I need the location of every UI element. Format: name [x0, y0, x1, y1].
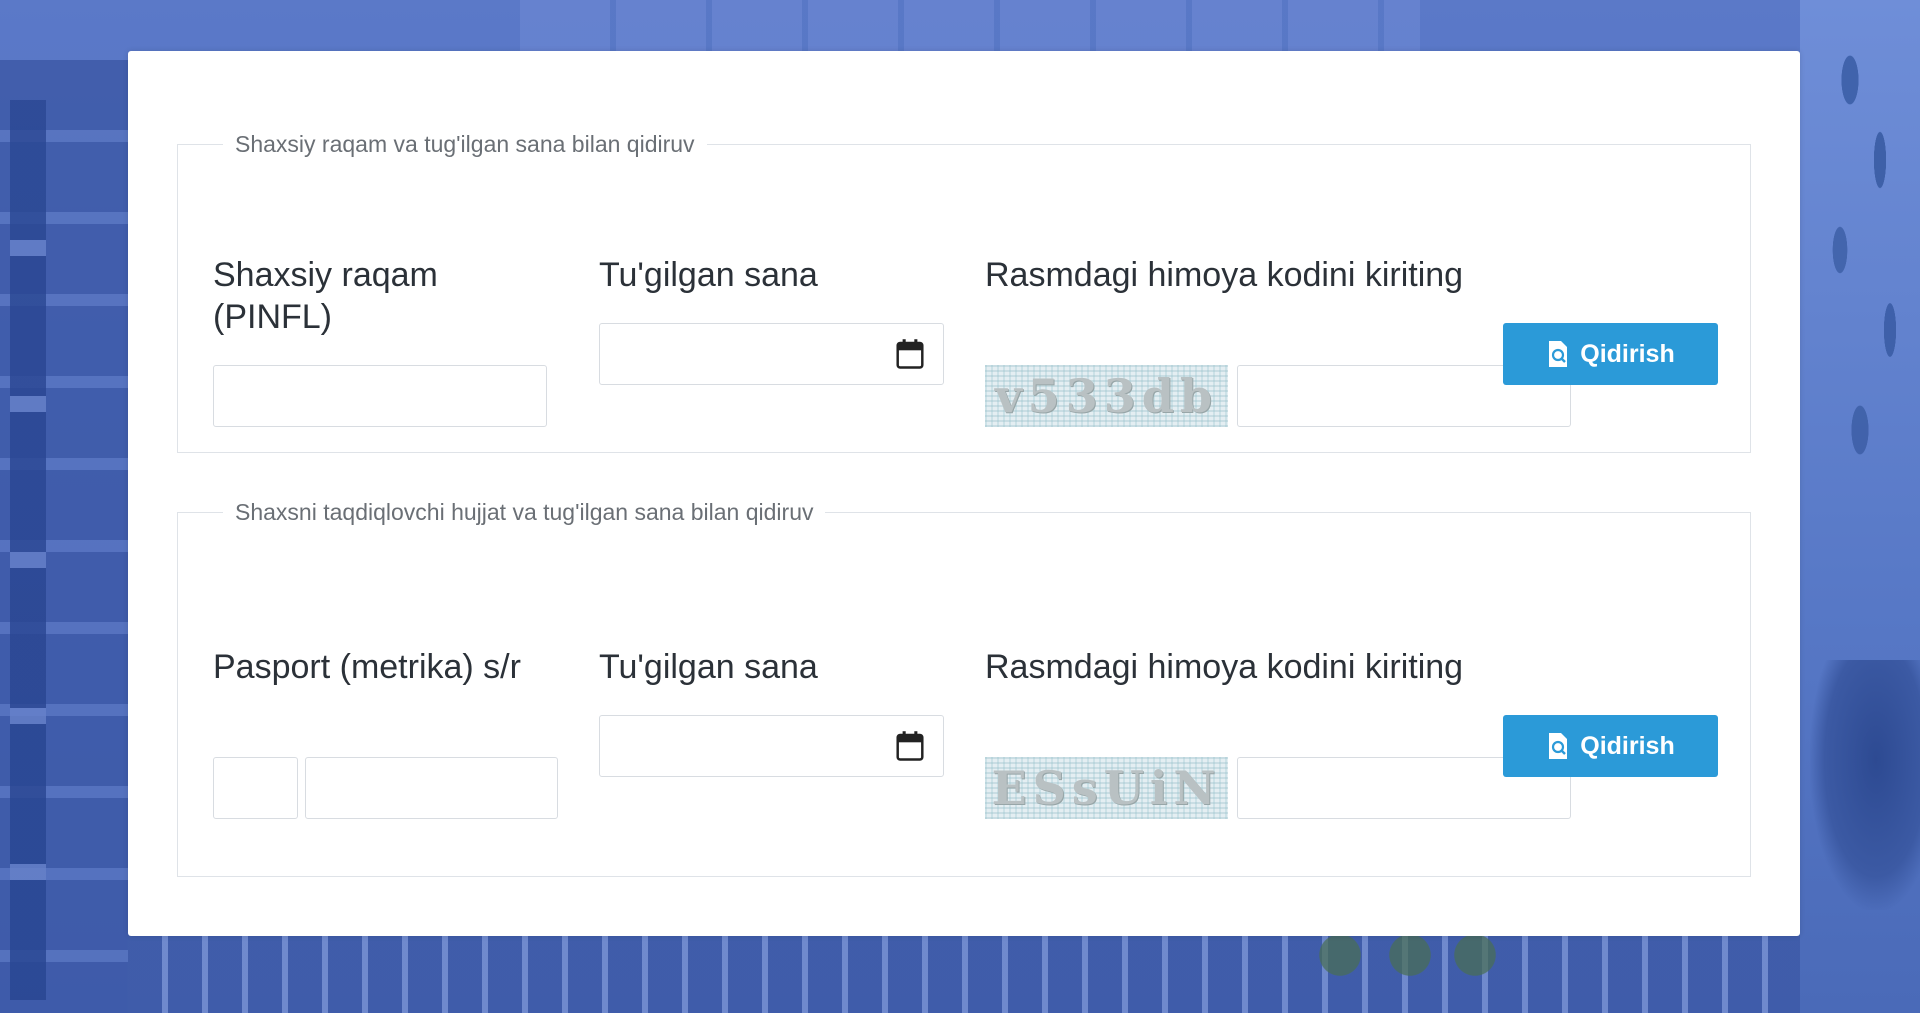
search-button[interactable]: Qidirish [1503, 715, 1718, 777]
calendar-icon[interactable] [895, 730, 925, 762]
search-button-label: Qidirish [1580, 339, 1675, 368]
passport-search-section: Shaxsni taqdiqlovchi hujjat va tug'ilgan… [177, 499, 1751, 877]
background-tree [1810, 0, 1920, 560]
background-building-top [520, 0, 1420, 52]
captcha-image: v533db [985, 365, 1228, 427]
birthdate-field[interactable] [599, 323, 944, 385]
background-trees-right [1810, 660, 1920, 910]
search-button[interactable]: Qidirish [1503, 323, 1718, 385]
birthdate-label: Tu'gilgan sana [599, 256, 818, 294]
search-button-label: Qidirish [1580, 731, 1675, 760]
pinfl-label: Shaxsiy raqam (PINFL) [213, 256, 438, 336]
background-building-left [0, 60, 128, 1013]
passport-number-input[interactable] [305, 757, 558, 819]
section-legend: Shaxsiy raqam va tug'ilgan sana bilan qi… [235, 131, 695, 157]
search-card: Shaxsiy raqam va tug'ilgan sana bilan qi… [128, 51, 1800, 936]
calendar-icon[interactable] [895, 338, 925, 370]
captcha-label: Rasmdagi himoya kodini kiriting [985, 256, 1464, 294]
birthdate-input[interactable] [600, 716, 898, 774]
passport-label: Pasport (metrika) s/r [213, 648, 521, 686]
background-planters [1300, 935, 1510, 1013]
birthdate-label: Tu'gilgan sana [599, 648, 818, 686]
section-legend: Shaxsni taqdiqlovchi hujjat va tug'ilgan… [235, 499, 814, 525]
passport-series-input[interactable] [213, 757, 298, 819]
captcha-label: Rasmdagi himoya kodini kiriting [985, 648, 1464, 686]
captcha-code: v533db [994, 369, 1219, 423]
document-search-icon [1549, 341, 1568, 367]
birthdate-input[interactable] [600, 324, 898, 382]
background-building-bottom [128, 935, 1920, 1013]
birthdate-field[interactable] [599, 715, 944, 777]
captcha-image: ESsUiN [985, 757, 1228, 819]
document-search-icon [1549, 733, 1568, 759]
pinfl-input[interactable] [213, 365, 547, 427]
pinfl-search-section: Shaxsiy raqam va tug'ilgan sana bilan qi… [177, 131, 1751, 453]
captcha-code: ESsUiN [991, 761, 1222, 815]
